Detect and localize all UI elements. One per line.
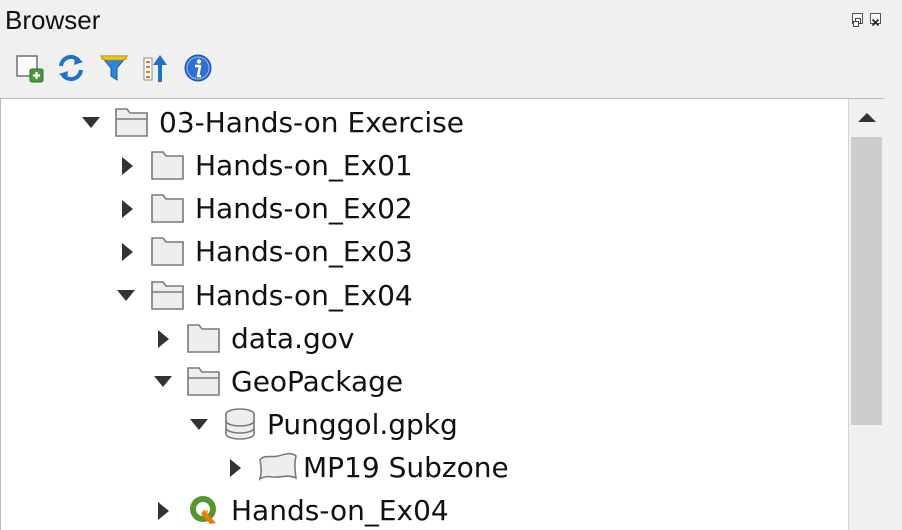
tree-item-label: Hands-on_Ex04 — [195, 279, 413, 312]
tree-row[interactable]: Hands-on_Ex01 — [1, 144, 848, 187]
tree-item-label: Hands-on_Ex04 — [231, 494, 449, 527]
tree-item-label: data.gov — [231, 322, 355, 355]
close-panel-button[interactable] — [870, 13, 881, 27]
folder-open-icon — [151, 281, 184, 310]
browser-tree[interactable]: 03-Hands-on Exercise Hands-on_Ex01 Hands… — [0, 98, 848, 530]
expanded-arrow-icon[interactable] — [153, 373, 173, 391]
float-icon — [853, 18, 861, 27]
folder-icon — [151, 237, 184, 266]
info-icon — [184, 54, 212, 82]
tree-item-label: MP19 Subzone — [303, 451, 509, 484]
tree-row[interactable]: Hands-on_Ex03 — [1, 230, 848, 273]
browser-toolbar — [0, 46, 902, 92]
tree-row[interactable]: GeoPackage — [1, 360, 848, 403]
scroll-up-button[interactable] — [850, 100, 883, 134]
float-panel-button[interactable] — [852, 13, 863, 27]
tree-item-label: Hands-on_Ex02 — [195, 192, 413, 225]
filter-button[interactable] — [97, 50, 131, 86]
expanded-arrow-icon[interactable] — [116, 287, 136, 305]
folder-icon — [151, 194, 184, 223]
refresh-button[interactable] — [54, 50, 88, 86]
folder-icon — [151, 151, 184, 180]
panel-title: Browser — [5, 5, 101, 35]
polygon-layer-icon — [258, 452, 298, 481]
expanded-arrow-icon[interactable] — [81, 114, 101, 132]
add-selected-layers-button[interactable] — [12, 50, 46, 86]
tree-row[interactable]: data.gov — [1, 317, 848, 360]
refresh-icon — [59, 54, 83, 82]
qgis-project-icon — [190, 496, 216, 524]
expanded-arrow-icon[interactable] — [189, 416, 209, 434]
scroll-thumb[interactable] — [851, 137, 882, 425]
tree-item-label: Hands-on_Ex03 — [195, 235, 413, 268]
tree-row[interactable]: Punggol.gpkg — [1, 403, 848, 446]
database-icon — [225, 408, 255, 440]
scroll-up-arrow-icon — [857, 113, 876, 122]
collapsed-arrow-icon[interactable] — [118, 157, 138, 175]
tree-item-label: Hands-on_Ex01 — [195, 149, 413, 182]
tree-row[interactable]: MP19 Subzone — [1, 446, 848, 489]
folder-icon — [187, 324, 220, 353]
collapsed-arrow-icon[interactable] — [118, 243, 138, 261]
folder-open-icon — [187, 367, 220, 396]
collapse-all-icon — [143, 55, 167, 82]
tree-row[interactable]: Hands-on_Ex02 — [1, 187, 848, 230]
tree-item-label: 03-Hands-on Exercise — [159, 106, 464, 139]
close-icon — [871, 18, 880, 27]
tree-row[interactable]: Hands-on_Ex04 — [1, 274, 848, 317]
folder-open-icon — [115, 108, 148, 137]
tree-item-label: GeoPackage — [231, 365, 404, 398]
collapsed-arrow-icon[interactable] — [118, 200, 138, 218]
filter-icon — [99, 55, 129, 81]
properties-button[interactable] — [181, 50, 215, 86]
tree-row[interactable]: 03-Hands-on Exercise — [1, 101, 848, 144]
vertical-scrollbar[interactable] — [848, 98, 884, 530]
collapse-all-button[interactable] — [139, 50, 173, 86]
collapsed-arrow-icon[interactable] — [154, 502, 174, 520]
browser-panel: Browser 03-Hands-on Exercise Hands-on_Ex… — [0, 0, 902, 530]
tree-row[interactable]: Hands-on_Ex04 — [1, 489, 848, 530]
tree-item-label: Punggol.gpkg — [267, 408, 458, 441]
collapsed-arrow-icon[interactable] — [154, 330, 174, 348]
add-selected-layers-icon — [16, 55, 44, 83]
collapsed-arrow-icon[interactable] — [226, 459, 246, 477]
panel-title-bar: Browser — [0, 0, 902, 42]
